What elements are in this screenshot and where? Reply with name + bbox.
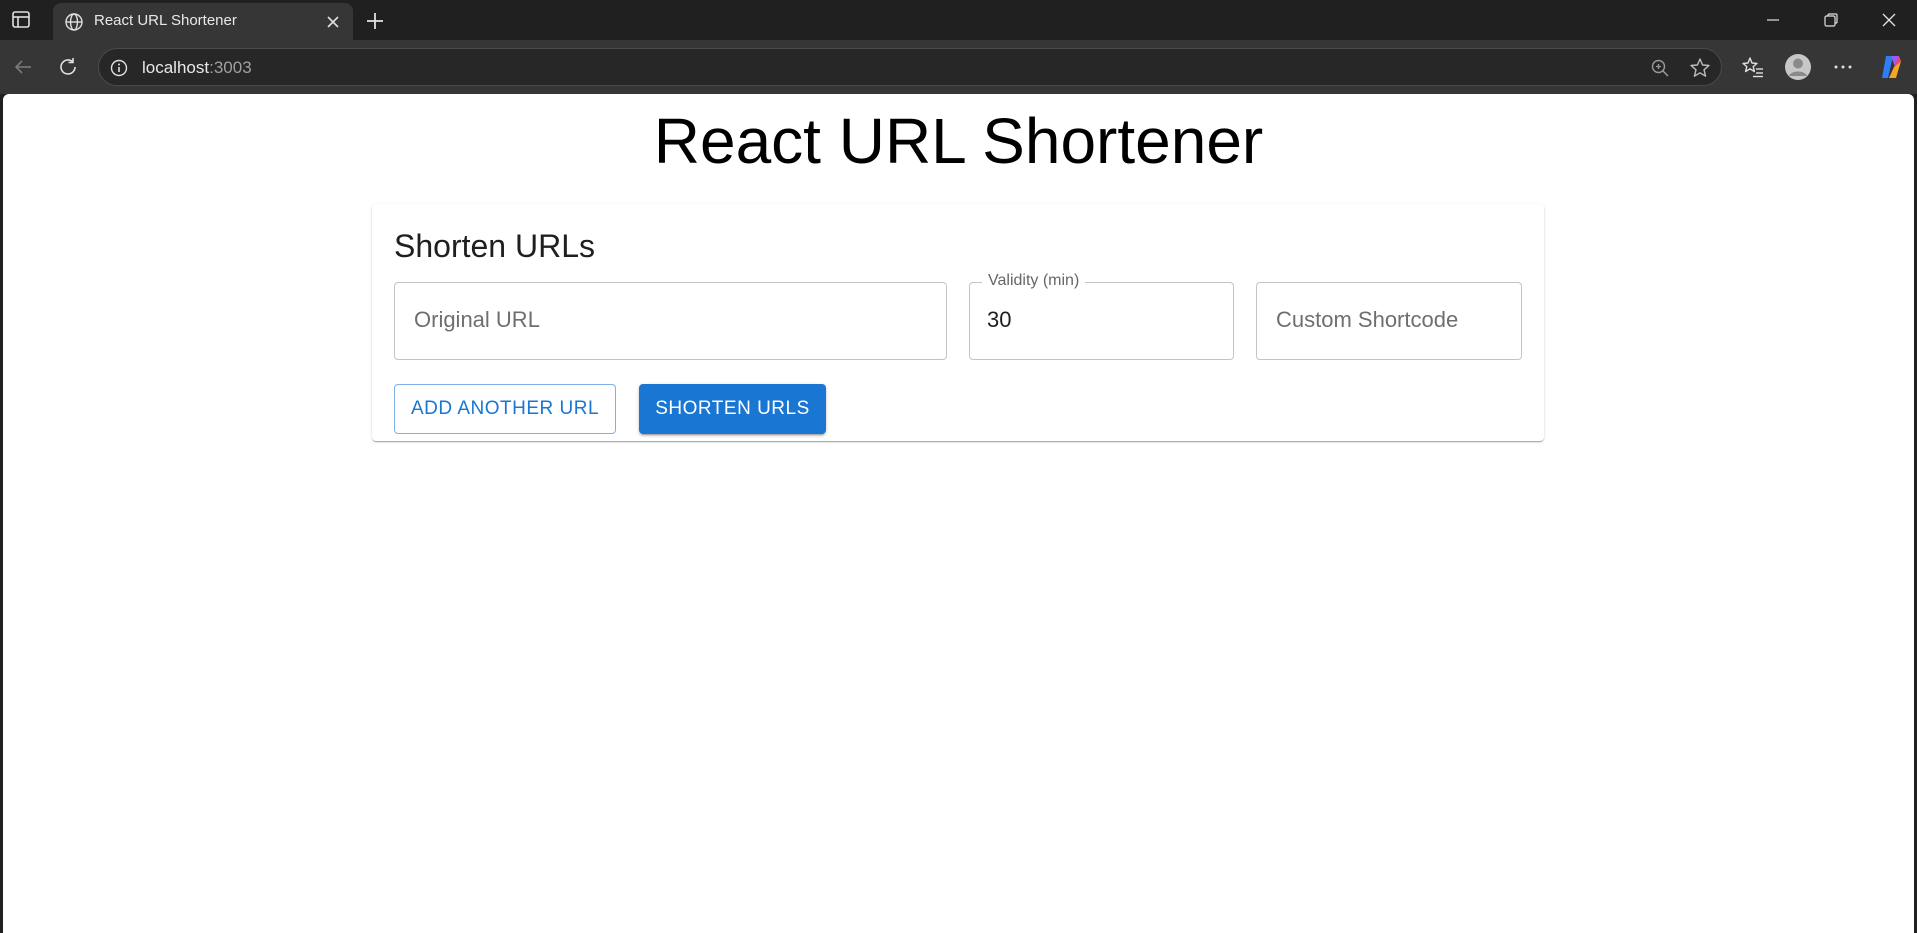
favorite-star-icon[interactable] bbox=[1688, 56, 1712, 80]
shorten-urls-button[interactable]: SHORTEN URLS bbox=[639, 384, 826, 434]
globe-icon bbox=[63, 11, 85, 33]
validity-input[interactable]: Validity (min) 30 bbox=[969, 272, 1234, 360]
zoom-icon[interactable] bbox=[1648, 56, 1672, 80]
minimize-icon[interactable] bbox=[1745, 0, 1801, 40]
add-another-url-button[interactable]: ADD ANOTHER URL bbox=[394, 384, 616, 434]
reload-icon[interactable] bbox=[53, 52, 83, 82]
restore-icon[interactable] bbox=[1803, 0, 1859, 40]
original-url-placeholder: Original URL bbox=[414, 307, 540, 332]
new-tab-icon[interactable] bbox=[362, 8, 388, 34]
custom-shortcode-placeholder: Custom Shortcode bbox=[1276, 307, 1459, 332]
browser-toolbar: localhost:3003 bbox=[0, 40, 1917, 94]
address-bar[interactable]: localhost:3003 bbox=[98, 48, 1722, 86]
browser-titlebar: React URL Shortener bbox=[0, 0, 1917, 43]
url-host: localhost bbox=[142, 58, 210, 77]
validity-value: 30 bbox=[987, 307, 1012, 332]
close-window-icon[interactable] bbox=[1861, 0, 1917, 40]
more-menu-icon[interactable] bbox=[1828, 52, 1858, 82]
close-tab-icon[interactable] bbox=[321, 10, 345, 34]
tab-title: React URL Shortener bbox=[94, 12, 237, 29]
browser-tab-active[interactable]: React URL Shortener bbox=[53, 3, 353, 43]
copilot-icon[interactable] bbox=[1876, 52, 1906, 82]
url-port: :3003 bbox=[209, 58, 252, 77]
custom-shortcode-input[interactable]: Custom Shortcode bbox=[1256, 282, 1522, 360]
shorten-form-card: Shorten URLs Original URL Validity (min)… bbox=[372, 204, 1544, 441]
address-url: localhost:3003 bbox=[142, 58, 252, 78]
original-url-input[interactable]: Original URL bbox=[394, 282, 947, 360]
validity-label: Validity (min) bbox=[982, 272, 1086, 290]
favorites-icon[interactable] bbox=[1738, 52, 1768, 82]
page-viewport: React URL Shortener Shorten URLs Origina… bbox=[3, 94, 1914, 933]
form-heading: Shorten URLs bbox=[394, 228, 595, 264]
profile-avatar-icon[interactable] bbox=[1783, 52, 1813, 82]
back-arrow-icon[interactable] bbox=[8, 52, 38, 82]
site-info-icon[interactable] bbox=[109, 58, 129, 78]
tab-actions-icon[interactable] bbox=[10, 10, 34, 30]
page-title: React URL Shortener bbox=[653, 105, 1264, 177]
